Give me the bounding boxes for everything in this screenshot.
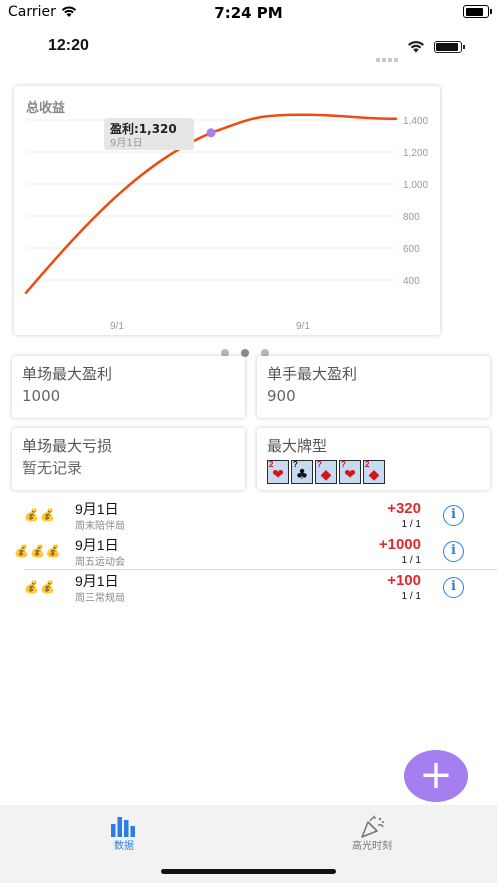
x-tick-label: 9/1 [110,321,124,332]
record-amount: +1000 [378,536,421,553]
stat-max-loss-session: 单场最大亏损 暂无记录 [12,428,245,490]
playing-card: ? ◆ [315,460,337,484]
best-hand-cards: 2 ❤ ? ♣ ? ◆ ? ❤ 2 ◆ [267,460,490,484]
signal-dots-icon [376,47,400,66]
record-date: 9月1日 [75,501,119,517]
inner-wifi-icon [408,41,424,53]
tab-highlights[interactable]: 高光时刻 [248,805,496,865]
stat-label: 最大牌型 [267,437,328,455]
info-icon[interactable]: i [443,541,464,562]
money-bag-icon: 💰💰💰 [14,544,62,558]
record-date: 9月1日 [75,537,119,553]
y-tick-label: 1,200 [403,148,428,159]
app-screen: Carrier 7:24 PM 12:20 总收益 400 600 800 1,000… [0,0,497,883]
tab-label: 数据 [114,841,134,852]
x-tick-label: 9/1 [296,321,310,332]
record-name: 周末陪伴局 [75,521,125,532]
session-record-row[interactable]: 💰💰 9月1日 周三常规局 +100 1 / 1 i [0,569,497,605]
y-tick-label: 800 [403,212,420,223]
battery-level [465,7,484,16]
record-count: 1 / 1 [401,591,421,602]
playing-card: ? ♣ [291,460,313,484]
inner-time: 12:20 [48,37,89,54]
record-name: 周五运动会 [75,557,125,568]
record-name: 周三常规局 [75,593,125,604]
tab-data[interactable]: 数据 [0,805,248,865]
stat-value: 900 [267,387,296,405]
stat-label: 单场最大亏损 [22,437,113,455]
playing-card: ? ❤ [339,460,361,484]
stat-max-win-hand: 单手最大盈利 900 [257,356,490,418]
info-icon[interactable]: i [443,505,464,526]
tooltip-date: 9月1日 [110,137,143,149]
system-status-bar: Carrier 7:24 PM [0,0,497,26]
record-count: 1 / 1 [401,555,421,566]
chart-title: 总收益 [26,100,65,116]
playing-card: 2 ◆ [363,460,385,484]
money-bag-icon: 💰💰 [24,508,56,522]
record-count: 1 / 1 [401,519,421,530]
stat-best-hand: 最大牌型 2 ❤ ? ♣ ? ◆ ? ❤ 2 ◆ [257,428,490,490]
stat-label: 单手最大盈利 [267,365,358,383]
y-tick-label: 600 [403,244,420,255]
total-earnings-chart-card[interactable]: 总收益 400 600 800 1,000 1,200 1,400 9/1 9/1 盈利:1,… [14,86,440,335]
session-record-row[interactable]: 💰💰💰 9月1日 周五运动会 +1000 1 / 1 i [0,533,497,569]
stat-value: 1000 [22,387,61,405]
inner-battery-level [436,43,458,51]
system-time: 7:24 PM [214,4,283,22]
highlight-point[interactable] [206,128,216,138]
stat-value: 暂无记录 [22,459,83,477]
tooltip-label: 盈利:1,320 [109,121,177,136]
battery-icon [463,5,492,18]
earnings-series-line [24,113,398,295]
record-date: 9月1日 [75,573,119,589]
money-bag-icon: 💰💰 [24,580,56,594]
session-record-row[interactable]: 💰💰 9月1日 周末陪伴局 +320 1 / 1 i [0,497,497,533]
y-tick-label: 1,400 [403,116,428,127]
playing-card: 2 ❤ [267,460,289,484]
info-icon[interactable]: i [443,577,464,598]
record-amount: +320 [387,500,421,517]
y-tick-label: 400 [403,276,420,287]
y-tick-label: 1,000 [403,180,428,191]
inner-status-bar: 12:20 [0,34,497,62]
add-session-button[interactable]: + [404,750,468,802]
record-amount: +100 [387,572,421,589]
home-indicator [161,869,336,874]
earnings-line-chart[interactable]: 总收益 400 600 800 1,000 1,200 1,400 9/1 9/1 盈利:1,… [14,86,440,335]
inner-battery-icon [434,41,465,53]
stat-label: 单场最大盈利 [22,365,113,383]
stat-max-win-session: 单场最大盈利 1000 [12,356,245,418]
tab-label: 高光时刻 [352,841,392,852]
